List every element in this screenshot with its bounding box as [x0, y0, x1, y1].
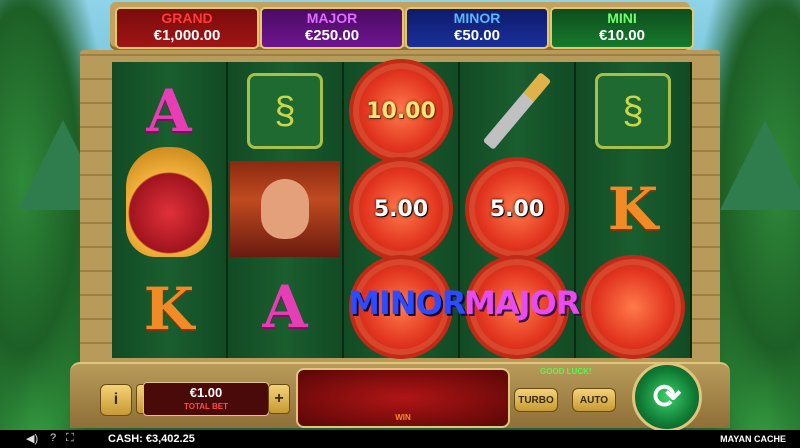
jackpot-major: MAJOR €250.00 [260, 7, 404, 49]
jackpot-major-label: MAJOR [306, 10, 358, 26]
coin-symbol: 5.00 [344, 157, 458, 261]
jackpot-mini-label: MINI [607, 10, 637, 26]
reel-grid: A K § A 10.00 5.00 5.00 § K MINOR MAJOR [112, 59, 692, 359]
game-scene: GRAND €1,000.00 MAJOR €250.00 MINOR €50.… [0, 0, 800, 448]
symbol-k: K [112, 260, 226, 358]
jackpot-bar: GRAND €1,000.00 MAJOR €250.00 MINOR €50.… [110, 2, 694, 50]
reel-2: § A [228, 62, 344, 358]
cash-balance: CASH: €3,402.25 [108, 433, 195, 445]
coin-symbol: 5.00 [460, 157, 574, 261]
coin-value: 5.00 [489, 196, 545, 222]
coin-symbol [576, 255, 690, 359]
jackpot-minor-value: €50.00 [454, 27, 500, 44]
coin-icon [581, 255, 685, 359]
symbol-k: K [576, 160, 690, 258]
coin-value: 10.00 [366, 98, 436, 124]
spin-arrows-icon: ⟳ [652, 378, 682, 416]
jackpot-grand: GRAND €1,000.00 [115, 7, 259, 49]
symbol-snake: § [228, 62, 342, 160]
coin-value: 5.00 [373, 196, 429, 222]
jackpot-grand-label: GRAND [161, 10, 213, 26]
serpent-icon: § [247, 73, 323, 149]
symbol-queen [228, 160, 342, 258]
turbo-button[interactable]: TURBO [514, 388, 558, 412]
mountain-right [720, 120, 800, 210]
symbol-snake: § [576, 62, 690, 160]
jackpot-grand-value: €1,000.00 [153, 27, 221, 44]
symbol-k-letter: K [143, 275, 195, 343]
win-display: WIN [296, 368, 510, 428]
jackpot-mini: MINI €10.00 [550, 7, 694, 49]
bet-increase-button[interactable]: + [268, 384, 290, 414]
game-title: MAYAN CACHE [720, 434, 786, 444]
auto-button[interactable]: AUTO [572, 388, 616, 412]
total-bet-display: €1.00 TOTAL BET [143, 382, 269, 416]
reel-5: § K [576, 62, 692, 359]
coin-icon: 10.00 [349, 59, 453, 163]
minor-jackpot-symbol: MINOR [348, 284, 466, 322]
symbol-a: A [228, 258, 342, 356]
fullscreen-icon[interactable]: ⛶ [66, 432, 74, 445]
jackpot-mini-value: €10.00 [599, 27, 645, 44]
coin-icon: 5.00 [465, 157, 569, 261]
reel-1: A K [112, 62, 228, 358]
total-bet-label: TOTAL BET [184, 402, 228, 411]
good-luck-message: GOOD LUCK! [540, 367, 592, 376]
symbol-k-letter: K [607, 175, 659, 243]
status-bar: ◀) ? ⛶ CASH: €3,402.25 MAYAN CACHE [0, 430, 800, 448]
dagger-icon [482, 72, 552, 150]
total-bet-value: €1.00 [189, 385, 223, 400]
sound-icon[interactable]: ◀) [26, 432, 38, 445]
symbol-paw [112, 132, 226, 272]
jaguar-paw-icon [126, 147, 212, 257]
coin-symbol: 10.00 [344, 59, 458, 163]
help-icon[interactable]: ? [50, 432, 56, 444]
jackpot-minor: MINOR €50.00 [405, 7, 549, 49]
jackpot-minor-label: MINOR [453, 10, 501, 26]
symbol-dagger [460, 62, 574, 160]
serpent-icon: § [595, 73, 671, 149]
coin-icon: 5.00 [349, 157, 453, 261]
major-jackpot-symbol: MAJOR [464, 284, 580, 322]
spin-button[interactable]: ⟳ [632, 362, 702, 432]
info-button[interactable]: i [100, 384, 132, 416]
mayan-queen-icon [230, 161, 340, 257]
jackpot-major-value: €250.00 [304, 27, 360, 44]
symbol-a-letter: A [262, 273, 308, 341]
win-label: WIN [395, 413, 411, 422]
